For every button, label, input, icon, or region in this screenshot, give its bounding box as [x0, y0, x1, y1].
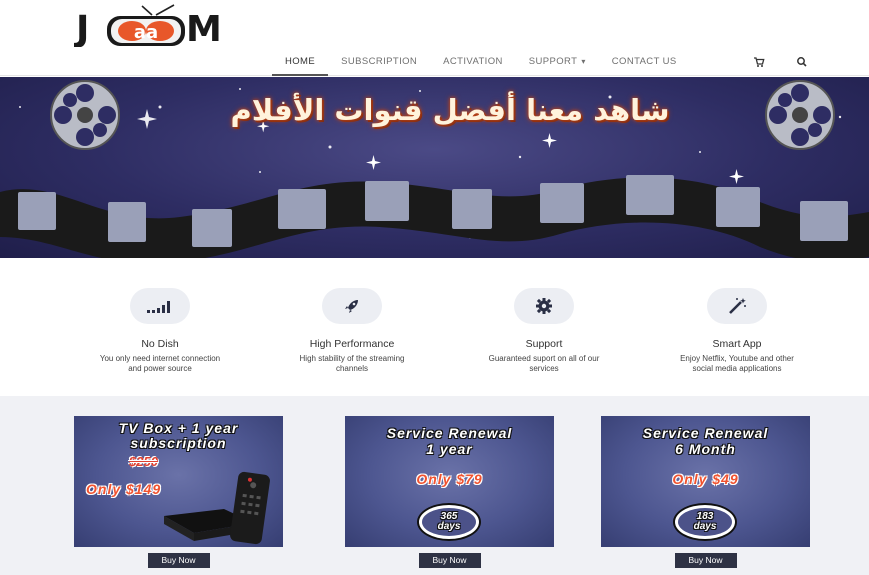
buy-now-button[interactable]: Buy Now [674, 553, 737, 568]
chevron-down-icon: ▾ [581, 57, 586, 66]
product-renewal-6-month: Service Renewal 6 Month Only $49 183 days… [601, 416, 810, 568]
card-title-line1: Service Renewal [642, 425, 769, 441]
badge-days-label: days [437, 521, 461, 532]
feature-no-dish: No Dish You only need internet connectio… [70, 288, 250, 374]
logo-letters-aa: aa [134, 22, 158, 43]
rocket-icon [322, 288, 382, 324]
buy-now-button[interactable]: Buy Now [147, 553, 210, 568]
card-title-line2: 6 Month [675, 441, 736, 457]
nav-contact-label: CONTACT US [611, 56, 677, 67]
nav-home-label: HOME [285, 56, 316, 67]
card-old-price: $250 [129, 454, 158, 469]
nav-contact-us[interactable]: CONTACT US [599, 50, 690, 76]
feature-desc: Guaranteed suport on all of our services [488, 354, 600, 373]
card-price: Only $149 [86, 481, 162, 497]
magic-wand-icon [707, 288, 767, 324]
feature-support: Support Guaranteed suport on all of our s… [454, 288, 634, 374]
tv-box-image [164, 471, 270, 545]
card-price: Only $49 [672, 471, 739, 487]
feature-desc: Enjoy Netflix, Youtube and other social m… [680, 354, 794, 373]
product-renewal-1-year: Service Renewal 1 year Only $79 365 days … [345, 416, 554, 568]
card-title-line1: TV Box + 1 year [118, 420, 239, 436]
products-section: TV Box + 1 year subscription $250 Only $… [0, 396, 869, 575]
product-card[interactable]: TV Box + 1 year subscription $250 Only $… [74, 416, 283, 547]
search-icon[interactable] [796, 55, 810, 69]
badge-days-label: days [693, 521, 717, 532]
nav-subscription-label: SUBSCRIPTION [341, 56, 418, 67]
feature-title: No Dish [141, 338, 179, 350]
nav-support[interactable]: SUPPORT ▾ [516, 50, 599, 76]
card-price: Only $79 [416, 471, 483, 487]
feature-desc: You only need internet connection and pow… [99, 354, 221, 373]
product-card[interactable]: Service Renewal 1 year Only $79 365 days [345, 416, 554, 547]
logo-letter-m: M [186, 9, 222, 47]
nav-support-label: SUPPORT [528, 56, 578, 67]
signal-icon [130, 288, 190, 324]
card-title-line2: 1 year [426, 441, 473, 457]
duration-badge: 365 days [417, 503, 481, 541]
film-reel-left-icon [50, 80, 120, 150]
buy-now-button[interactable]: Buy Now [418, 553, 481, 568]
banner-title: شاهد معنا أفضل قنوات الأفلام [230, 93, 670, 127]
logo-letter-j: J [74, 9, 89, 47]
film-reel-right-icon [765, 80, 835, 150]
features-section: No Dish You only need internet connectio… [0, 258, 869, 396]
product-card[interactable]: Service Renewal 6 Month Only $49 183 days [601, 416, 810, 547]
main-nav: HOME SUBSCRIPTION ACTIVATION SUPPORT ▾ CO… [272, 50, 690, 76]
cart-icon[interactable] [753, 55, 767, 69]
gear-icon [514, 288, 574, 324]
nav-activation-label: ACTIVATION [443, 56, 503, 67]
product-tv-box: TV Box + 1 year subscription $250 Only $… [74, 416, 283, 568]
card-title-line2: subscription [130, 435, 227, 451]
feature-high-performance: High Performance High stability of the s… [262, 288, 442, 374]
nav-subscription[interactable]: SUBSCRIPTION [328, 50, 430, 76]
feature-title: Support [525, 338, 563, 350]
hero-banner: شاهد معنا أفضل قنوات الأفلام [0, 77, 869, 258]
feature-title: Smart App [712, 338, 762, 350]
card-title-line1: Service Renewal [386, 425, 513, 441]
feature-title: High Performance [309, 338, 395, 350]
feature-smart-app: Smart App Enjoy Netflix, Youtube and oth… [647, 288, 827, 374]
nav-activation[interactable]: ACTIVATION [430, 50, 516, 76]
duration-badge: 183 days [673, 503, 737, 541]
feature-desc: High stability of the streaming channels [299, 354, 405, 373]
jaam-logo[interactable]: J aa M [73, 3, 234, 50]
nav-home[interactable]: HOME [272, 50, 329, 76]
site-header: J aa M HOME SUBSCRIPTION ACTIVATION SUPP… [0, 0, 869, 76]
